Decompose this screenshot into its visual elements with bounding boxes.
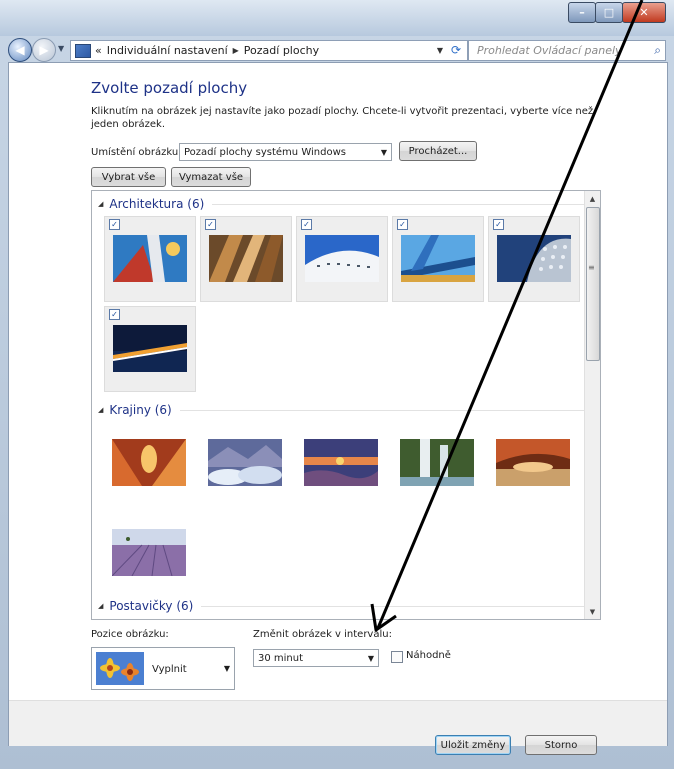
scroll-up-icon[interactable]: ▲	[585, 191, 600, 206]
landscape-waterfall-thumbnail	[400, 439, 474, 486]
page-description: Kliknutím na obrázek jej nastavíte jako …	[91, 106, 594, 130]
change-interval-value: 30 minut	[258, 652, 304, 664]
picture-position-value: Vyplnit	[152, 664, 187, 675]
tile-checkbox[interactable]: ✓	[109, 219, 120, 230]
close-button[interactable]: ✕	[622, 2, 666, 23]
tile-checkbox[interactable]: ✓	[397, 219, 408, 230]
group-header-landscapes[interactable]: ◢ Krajiny (6)	[98, 403, 584, 417]
picture-position-select[interactable]: Vyplnit ▼	[91, 647, 235, 690]
picture-tile[interactable]: ✓	[296, 216, 388, 302]
collapse-triangle-icon[interactable]: ◢	[98, 200, 103, 208]
caption-buttons: – □ ✕	[568, 2, 666, 23]
page-title: Zvolte pozadí plochy	[91, 79, 248, 97]
change-interval-select[interactable]: 30 minut ▼	[253, 649, 379, 667]
grip-icon: ≡	[588, 263, 595, 272]
landscape-lavender-field-thumbnail	[112, 529, 186, 576]
control-panel-icon	[75, 43, 91, 58]
breadcrumb-individual-settings[interactable]: Individuální nastavení	[107, 44, 228, 57]
architecture-red-tower-thumbnail	[113, 235, 187, 282]
forward-button[interactable]: ▶	[32, 38, 56, 62]
tile-checkbox[interactable]: ✓	[301, 219, 312, 230]
picture-position-label: Pozice obrázku:	[91, 629, 169, 640]
refresh-icon[interactable]: ⟳	[447, 42, 465, 57]
chevron-down-icon: ▼	[367, 654, 374, 663]
picture-tile[interactable]	[296, 421, 388, 507]
tile-checkbox[interactable]: ✓	[109, 309, 120, 320]
picture-tile[interactable]	[488, 421, 580, 507]
shuffle-checkbox[interactable]	[391, 651, 403, 663]
scroll-down-icon[interactable]: ▼	[585, 604, 600, 619]
browse-button[interactable]: Procházet...	[399, 141, 477, 161]
vertical-scrollbar[interactable]: ▲ ≡ ▼	[584, 191, 600, 619]
breadcrumb-overflow[interactable]: «	[95, 44, 102, 57]
picture-tile[interactable]	[200, 421, 292, 507]
group-title: Krajiny (6)	[109, 403, 172, 417]
search-icon[interactable]: ⌕	[654, 43, 661, 58]
picture-tile[interactable]: ✓	[104, 216, 196, 302]
scrollbar-thumb[interactable]	[586, 207, 600, 361]
group-title: Architektura (6)	[109, 197, 205, 211]
collapse-triangle-icon[interactable]: ◢	[98, 406, 103, 414]
picture-tile[interactable]	[104, 511, 196, 597]
architecture-dotted-facade-thumbnail	[497, 235, 571, 282]
shuffle-label[interactable]: Náhodně	[406, 650, 451, 661]
breadcrumb-separator-icon[interactable]: ▶	[233, 46, 239, 55]
architecture-night-bridge-thumbnail	[113, 325, 187, 372]
maximize-button[interactable]: □	[595, 2, 623, 23]
architecture-white-curve-thumbnail	[305, 235, 379, 282]
minimize-button[interactable]: –	[568, 2, 596, 23]
picture-tile[interactable]: ✓	[488, 216, 580, 302]
address-dropdown-icon[interactable]: ▼	[437, 46, 443, 55]
landscape-rock-arch-thumbnail	[496, 439, 570, 486]
picture-tile[interactable]: ✓	[200, 216, 292, 302]
search-box[interactable]: ⌕	[468, 40, 666, 61]
save-changes-button[interactable]: Uložit změny	[435, 735, 511, 755]
picture-location-label: Umístění obrázku:	[91, 147, 182, 158]
picture-tile[interactable]	[392, 421, 484, 507]
group-title: Postavičky (6)	[109, 599, 194, 613]
tile-checkbox[interactable]: ✓	[493, 219, 504, 230]
title-bar: – □ ✕	[0, 0, 674, 36]
landscape-ice-lake-thumbnail	[208, 439, 282, 486]
architecture-blue-wing-thumbnail	[401, 235, 475, 282]
chevron-down-icon: ▼	[223, 664, 230, 673]
flower-thumbnail-icon	[96, 652, 144, 685]
picture-location-select[interactable]: Pozadí plochy systému Windows ▼	[179, 143, 392, 161]
group-header-architecture[interactable]: ◢ Architektura (6)	[98, 197, 584, 211]
tile-checkbox[interactable]: ✓	[205, 219, 216, 230]
picture-tile[interactable]	[104, 421, 196, 507]
clear-all-button[interactable]: Vymazat vše	[171, 167, 251, 187]
landscape-red-canyon-thumbnail	[112, 439, 186, 486]
search-input[interactable]	[475, 43, 649, 58]
architecture-bronze-panels-thumbnail	[209, 235, 283, 282]
chevron-down-icon: ▼	[380, 148, 387, 157]
address-bar[interactable]: « Individuální nastavení ▶ Pozadí plochy…	[70, 40, 468, 61]
group-divider	[212, 203, 584, 205]
picture-list[interactable]: ◢ Architektura (6) ✓ ✓ ✓ ✓ ✓ ✓ ◢ Krajiny…	[91, 190, 601, 620]
picture-tile[interactable]: ✓	[392, 216, 484, 302]
group-divider	[201, 605, 584, 607]
back-button[interactable]: ◀	[8, 38, 32, 62]
collapse-triangle-icon[interactable]: ◢	[98, 602, 103, 610]
group-header-characters[interactable]: ◢ Postavičky (6)	[98, 599, 584, 613]
select-all-button[interactable]: Vybrat vše	[91, 167, 166, 187]
landscape-sunset-shore-thumbnail	[304, 439, 378, 486]
change-interval-label: Změnit obrázek v intervalu:	[253, 629, 392, 640]
window-frame: – □ ✕ ◀ ▶ ▼ « Individuální nastavení ▶ P…	[0, 0, 674, 769]
picture-location-value: Pozadí plochy systému Windows	[184, 146, 346, 158]
recent-pages-dropdown-icon[interactable]: ▼	[58, 44, 64, 53]
picture-tile[interactable]: ✓	[104, 306, 196, 392]
content-area: Zvolte pozadí plochy Kliknutím na obráze…	[8, 62, 668, 755]
breadcrumb-desktop-background[interactable]: Pozadí plochy	[244, 44, 319, 57]
cancel-button[interactable]: Storno	[525, 735, 597, 755]
group-divider	[179, 409, 584, 411]
navigation-bar: ◀ ▶ ▼ « Individuální nastavení ▶ Pozadí …	[0, 36, 674, 62]
